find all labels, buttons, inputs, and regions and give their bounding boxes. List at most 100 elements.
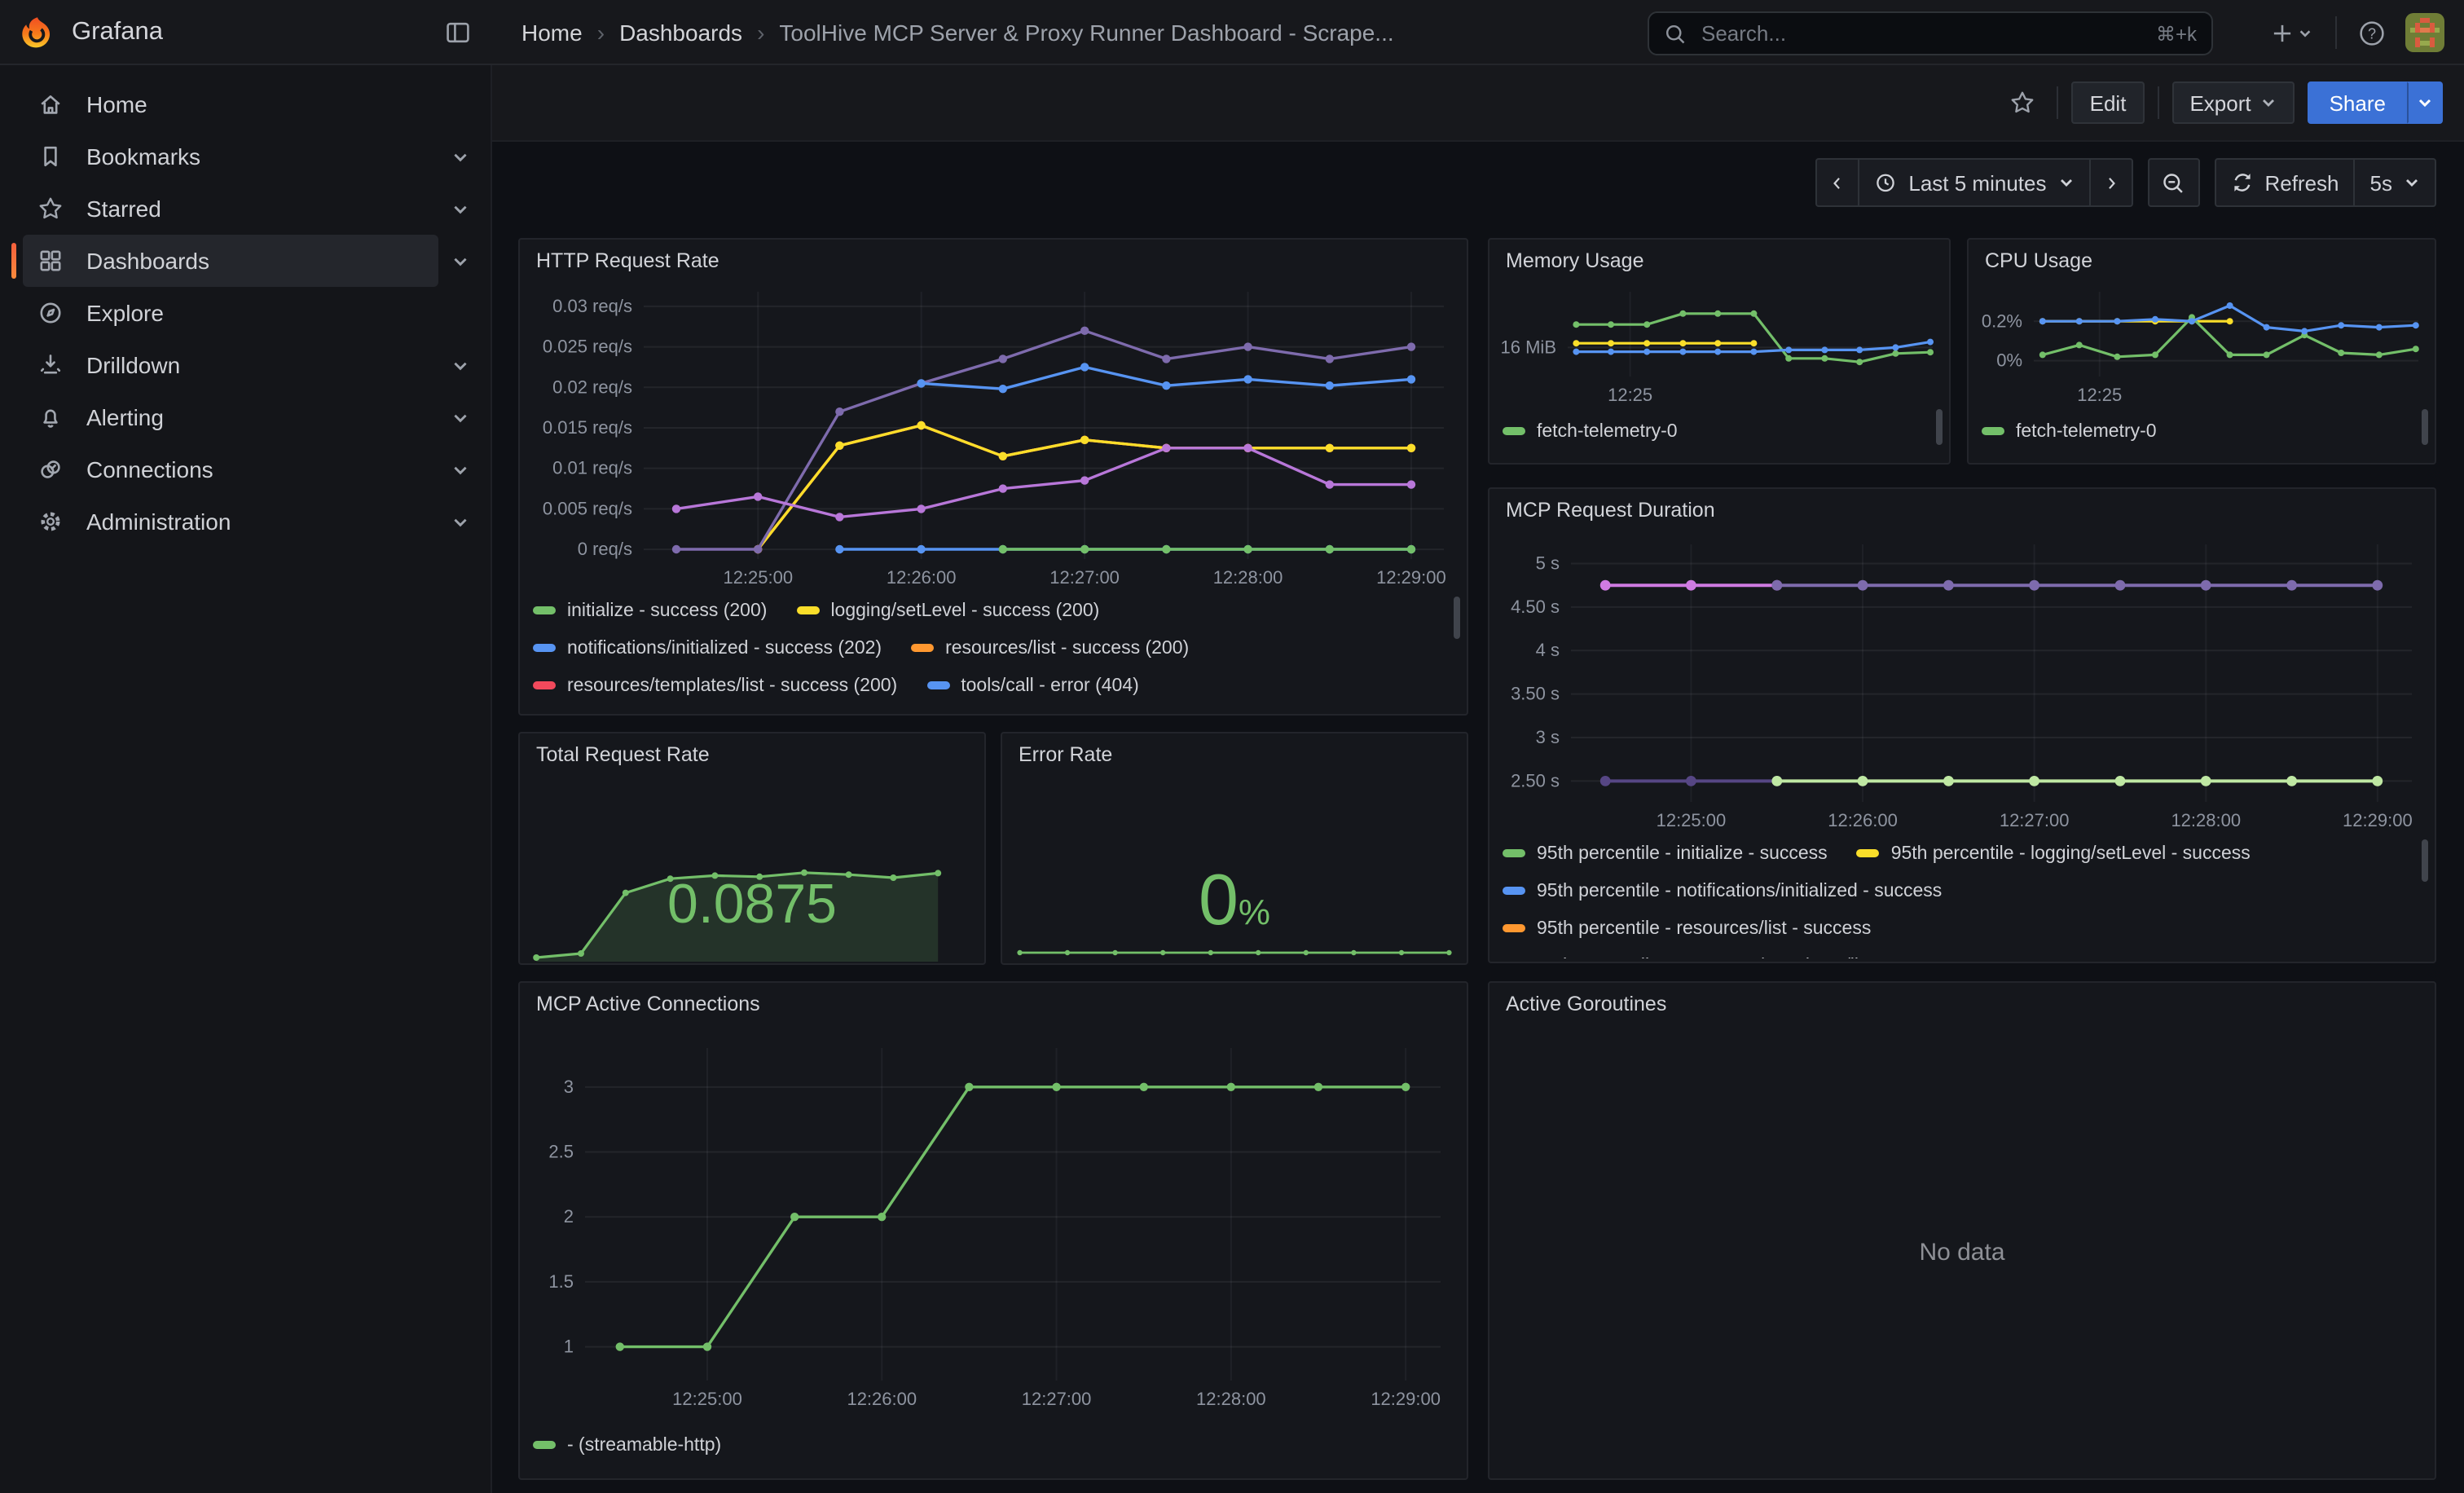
- panel-title[interactable]: HTTP Request Rate: [520, 240, 1467, 282]
- new-menu-button[interactable]: [2260, 11, 2322, 54]
- mcp-active-connections-chart[interactable]: 11.522.5312:25:0012:26:0012:27:0012:28:0…: [520, 1025, 1467, 1420]
- legend-item[interactable]: 95th percentile - initialize - success: [1503, 843, 1828, 863]
- sidebar-item-alerting[interactable]: Alerting: [0, 391, 491, 443]
- legend-row: resources/templates/list - success (200)…: [533, 667, 1467, 704]
- legend-item[interactable]: 95th percentile - logging/setLevel - suc…: [1857, 843, 2251, 863]
- legend-swatch: [533, 645, 556, 652]
- panel-title[interactable]: Error Rate: [1002, 733, 1467, 776]
- sidebar-item-bookmarks[interactable]: Bookmarks: [0, 130, 491, 183]
- svg-text:3 s: 3 s: [1536, 727, 1560, 747]
- svg-text:0%: 0%: [1996, 350, 2022, 371]
- legend-label: 95th percentile - initialize - success: [1537, 843, 1828, 863]
- share-label: Share: [2330, 90, 2386, 115]
- edit-button[interactable]: Edit: [2072, 81, 2145, 124]
- legend-item[interactable]: resources/templates/list - success (200): [533, 676, 897, 695]
- legend-item[interactable]: tools/call - error (404): [926, 676, 1139, 695]
- share-group: Share: [2308, 81, 2443, 124]
- svg-text:5 s: 5 s: [1536, 553, 1560, 573]
- legend-item[interactable]: - (streamable-http): [533, 1435, 721, 1455]
- panel-title[interactable]: MCP Active Connections: [520, 983, 1467, 1025]
- sidebar-item-drilldown[interactable]: Drilldown: [0, 339, 491, 391]
- panel-title[interactable]: CPU Usage: [1969, 240, 2435, 282]
- sidebar-item-label: Home: [86, 91, 147, 117]
- export-button[interactable]: Export: [2171, 81, 2295, 124]
- search-box[interactable]: ⌘+k: [1648, 11, 2213, 55]
- search-input[interactable]: [1698, 20, 2145, 47]
- avatar[interactable]: [2405, 13, 2444, 52]
- panel-title[interactable]: Total Request Rate: [520, 733, 984, 776]
- sidebar-toggle-icon[interactable]: [437, 11, 479, 53]
- chevron-down-icon[interactable]: [438, 240, 481, 282]
- legend-item[interactable]: notifications/initialized - success (202…: [533, 638, 882, 658]
- panel-mcp-active-connections: MCP Active Connections 11.522.5312:25:00…: [518, 981, 1468, 1480]
- legend-item[interactable]: logging/setLevel - success (200): [796, 601, 1099, 620]
- scrollbar-thumb[interactable]: [2422, 409, 2428, 445]
- memory-usage-chart[interactable]: 16 MiB12:25: [1489, 282, 1949, 403]
- sidebar-item-administration[interactable]: Administration: [0, 495, 491, 548]
- svg-text:4.50 s: 4.50 s: [1511, 597, 1560, 617]
- http-request-rate-chart[interactable]: 0 req/s0.005 req/s0.01 req/s0.015 req/s0…: [520, 282, 1467, 592]
- sidebar-item-home[interactable]: Home: [0, 78, 491, 130]
- breadcrumb-separator: ›: [757, 19, 764, 45]
- panel-total-request-rate: Total Request Rate 0.0875: [518, 732, 986, 965]
- time-back-button[interactable]: [1815, 158, 1859, 207]
- svg-text:12:29:00: 12:29:00: [1376, 567, 1446, 588]
- legend-item[interactable]: 95th percentile - resources/templates/li…: [1503, 956, 1957, 958]
- help-icon[interactable]: ?: [2350, 11, 2392, 54]
- sidebar-item-starred[interactable]: Starred: [0, 183, 491, 235]
- svg-text:0 req/s: 0 req/s: [578, 539, 632, 559]
- legend-item[interactable]: resources/list - success (200): [911, 638, 1189, 658]
- chevron-down-icon: [2417, 95, 2433, 111]
- legend-item[interactable]: fetch-telemetry-0: [1982, 421, 2157, 441]
- clock-icon: [1874, 171, 1897, 194]
- chevron-down-icon[interactable]: [438, 448, 481, 491]
- cpu-usage-chart[interactable]: 0.2%0%12:25: [1969, 282, 2435, 403]
- panel-memory-usage: Memory Usage 16 MiB12:25 fetch-telemetry…: [1488, 238, 1951, 465]
- legend-label: logging/setLevel - success (200): [830, 601, 1099, 620]
- svg-text:1.5: 1.5: [548, 1271, 574, 1292]
- legend-row: fetch-telemetry-0: [1982, 412, 2435, 450]
- time-controls: Last 5 minutes: [1815, 158, 2436, 207]
- panel-title[interactable]: Memory Usage: [1489, 240, 1949, 282]
- svg-text:12:26:00: 12:26:00: [1828, 810, 1898, 830]
- svg-text:12:29:00: 12:29:00: [2343, 810, 2413, 830]
- breadcrumb-dashboards[interactable]: Dashboards: [619, 19, 742, 45]
- chevron-down-icon[interactable]: [438, 396, 481, 438]
- share-menu-button[interactable]: [2407, 81, 2443, 124]
- breadcrumb-home[interactable]: Home: [521, 19, 583, 45]
- time-range-picker[interactable]: Last 5 minutes: [1858, 158, 2090, 207]
- svg-text:3: 3: [564, 1077, 574, 1097]
- chevron-down-icon: [2261, 95, 2277, 111]
- bell-icon: [37, 404, 64, 430]
- time-forward-button[interactable]: [2088, 158, 2132, 207]
- refresh-button[interactable]: Refresh: [2214, 158, 2355, 207]
- scrollbar-thumb[interactable]: [2422, 839, 2428, 882]
- favorite-star-icon[interactable]: [2002, 81, 2044, 124]
- divider: [2157, 86, 2158, 119]
- legend-item[interactable]: 95th percentile - notifications/initiali…: [1503, 881, 1942, 901]
- mcp-request-duration-chart[interactable]: 2.50 s3 s3.50 s4 s4.50 s5 s12:25:0012:26…: [1489, 531, 2435, 835]
- grafana-logo-icon[interactable]: [20, 14, 55, 50]
- export-label: Export: [2189, 90, 2251, 115]
- divider: [2335, 16, 2337, 49]
- memory_usage-svg: 16 MiB12:25: [1489, 282, 1949, 403]
- legend-item[interactable]: initialize - success (200): [533, 601, 767, 620]
- sidebar-item-connections[interactable]: Connections: [0, 443, 491, 495]
- scrollbar-thumb[interactable]: [1936, 409, 1943, 445]
- chevron-down-icon[interactable]: [438, 135, 481, 178]
- sidebar-item-dashboards[interactable]: Dashboards: [0, 235, 491, 287]
- panel-title[interactable]: MCP Request Duration: [1489, 489, 2435, 531]
- svg-text:0.025 req/s: 0.025 req/s: [543, 337, 632, 357]
- legend-label: resources/templates/list - success (200): [567, 676, 897, 695]
- sidebar-item-explore[interactable]: Explore: [0, 287, 491, 339]
- panel-title[interactable]: Active Goroutines: [1489, 983, 2435, 1025]
- zoom-out-button[interactable]: [2147, 158, 2199, 207]
- legend-item[interactable]: 95th percentile - resources/list - succe…: [1503, 918, 1871, 938]
- scrollbar-thumb[interactable]: [1454, 597, 1460, 639]
- refresh-interval-picker[interactable]: 5s: [2354, 158, 2436, 207]
- chevron-down-icon[interactable]: [438, 344, 481, 386]
- share-button[interactable]: Share: [2308, 81, 2407, 124]
- chevron-down-icon[interactable]: [438, 500, 481, 543]
- chevron-down-icon[interactable]: [438, 187, 481, 230]
- legend-item[interactable]: fetch-telemetry-0: [1503, 421, 1678, 441]
